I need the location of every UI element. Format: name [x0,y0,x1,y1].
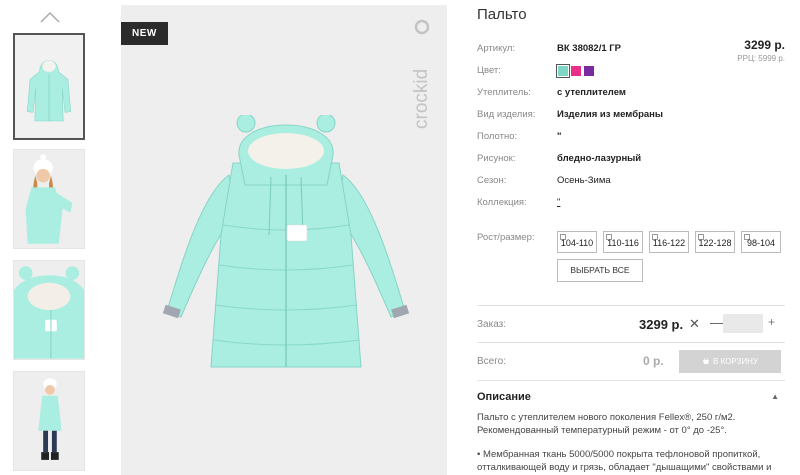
attr-value: с утеплителем [557,87,626,98]
thumbnail-strip [10,0,90,475]
attr-row-season: Сезон: Осень-Зима [477,172,785,190]
order-price: 3299 р. [639,317,684,332]
attr-row-type: Вид изделия: Изделия из мембраны [477,106,785,124]
thumbnail-3[interactable] [13,260,85,360]
divider [477,342,785,343]
description-title: Описание [477,391,531,403]
attr-label: Артикул: [477,43,516,54]
description-text: • Мембранная ткань 5000/5000 покрыта теф… [477,449,772,473]
attr-value: " [557,131,562,142]
description-text: Пальто с утеплителем нового поколения Fe… [477,412,736,436]
thumbnail-2[interactable] [13,149,85,249]
attr-row-pattern: Рисунок: бледно-лазурный [477,150,785,168]
attr-value: Изделия из мембраны [557,109,664,120]
size-option[interactable]: 98-104 [741,231,781,253]
sizes-label: Рост/размер: [477,232,535,243]
total-value: 0 р. [643,354,664,368]
remove-icon[interactable]: ✕ [689,316,700,332]
attr-row-article: Артикул: ВК 38082/1 ГР [477,40,785,58]
increment-button[interactable]: + [768,315,775,329]
collapse-icon[interactable]: ▲ [771,392,779,401]
product-title: Пальто [477,6,527,23]
select-all-button[interactable]: ВЫБРАТЬ ВСЕ [557,259,643,282]
attr-label: Полотно: [477,131,518,142]
size-option[interactable]: 104-110 [557,231,597,253]
attr-label: Вид изделия: [477,109,536,120]
order-label: Заказ: [477,319,507,330]
divider [477,380,785,381]
cart-icon [703,358,710,364]
attr-row-color: Цвет: [477,62,785,80]
attr-row-fabric: Полотно: " [477,128,785,146]
attr-value: ВК 38082/1 ГР [557,43,621,54]
size-option[interactable]: 110-116 [603,231,643,253]
coat-image [162,115,410,368]
attr-value: бледно-лазурный [557,153,642,164]
divider [477,305,785,306]
thumbnail-1[interactable] [13,33,85,140]
add-to-cart-button[interactable]: В КОРЗИНУ [679,350,781,373]
size-option[interactable]: 122-128 [695,231,735,253]
color-swatch-mint[interactable] [556,64,570,78]
size-option[interactable]: 116-122 [649,231,689,253]
product-info: Пальто 3299 р. РРЦ: 5999 р. Артикул: ВК … [477,0,785,475]
product-main-image[interactable]: NEW crockid [121,5,447,475]
color-swatch-purple[interactable] [584,66,594,76]
attr-label: Цвет: [477,65,501,76]
color-swatch-pink[interactable] [571,66,581,76]
quantity-input[interactable] [723,314,763,333]
decrement-button[interactable]: — [710,315,723,330]
attr-label: Утеплитель: [477,87,531,98]
thumbnail-4[interactable] [13,371,85,471]
total-label: Всего: [477,356,506,367]
attr-value: Осень-Зима [557,175,611,186]
chevron-up-icon[interactable] [38,10,62,24]
new-badge: NEW [121,22,168,45]
attr-label: Рисунок: [477,153,516,164]
attr-label: Сезон: [477,175,507,186]
collection-link[interactable]: " [557,197,560,208]
attr-row-insulation: Утеплитель: с утеплителем [477,84,785,102]
attr-row-collection: Коллекция: " [477,194,785,212]
attr-label: Коллекция: [477,197,527,208]
